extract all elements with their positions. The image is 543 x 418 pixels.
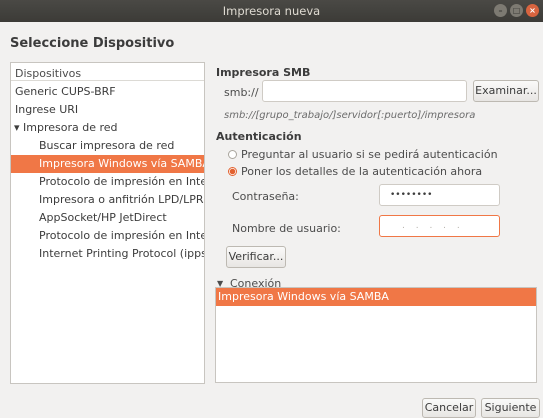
auth-now-radio[interactable] — [228, 167, 237, 176]
device-item-generic-cups-brf[interactable]: Generic CUPS-BRF — [11, 83, 204, 101]
auth-prompt-radio[interactable] — [228, 150, 237, 159]
smb-prefix-label: smb:// — [224, 86, 259, 99]
connection-list[interactable]: Impresora Windows vía SAMBA — [215, 287, 537, 383]
auth-prompt-label[interactable]: Preguntar al usuario si se pedirá autent… — [241, 148, 498, 161]
minimize-icon[interactable]: – — [494, 4, 507, 17]
window-title: Impresora nueva — [222, 4, 321, 18]
device-item-windows-samba[interactable]: Impresora Windows vía SAMBA — [11, 155, 204, 173]
device-group-network-printer[interactable]: ▾ Impresora de red — [11, 119, 204, 137]
cancel-button[interactable]: Cancelar — [422, 398, 476, 418]
window-controls: – □ × — [494, 4, 539, 17]
next-button[interactable]: Siguiente — [481, 398, 540, 418]
browse-button[interactable]: Examinar... — [473, 80, 539, 102]
smb-uri-hint: smb://[grupo_trabajo/]servidor[:puerto]/… — [224, 110, 476, 121]
password-label: Contraseña: — [232, 190, 299, 203]
smb-uri-input[interactable] — [262, 80, 467, 102]
page-title: Seleccione Dispositivo — [10, 36, 175, 51]
verify-button[interactable]: Verificar... — [226, 246, 286, 268]
device-item-appsocket[interactable]: AppSocket/HP JetDirect — [11, 209, 204, 227]
device-item-ipps[interactable]: Internet Printing Protocol (ipps) — [11, 245, 204, 263]
device-item-find-network-printer[interactable]: Buscar impresora de red — [11, 137, 204, 155]
device-item-ipp-1[interactable]: Protocolo de impresión en Interr — [11, 173, 204, 191]
smb-section-title: Impresora SMB — [216, 66, 311, 79]
device-item-ingrese-uri[interactable]: Ingrese URI — [11, 101, 204, 119]
maximize-icon[interactable]: □ — [510, 4, 523, 17]
title-bar[interactable]: Impresora nueva – □ × — [0, 0, 543, 22]
username-field[interactable]: . . . . . — [379, 215, 500, 237]
auth-section-title: Autenticación — [216, 130, 302, 143]
password-value: •••••••• — [390, 190, 433, 200]
device-list-header: Dispositivos — [11, 63, 204, 81]
close-icon[interactable]: × — [526, 4, 539, 17]
auth-now-label[interactable]: Poner los detalles de la autenticación a… — [241, 165, 482, 178]
password-field[interactable]: •••••••• — [379, 184, 500, 206]
device-item-lpd-lpr[interactable]: Impresora o anfitrión LPD/LPR — [11, 191, 204, 209]
username-value: . . . . . — [402, 221, 464, 231]
username-label: Nombre de usuario: — [232, 222, 341, 235]
connection-item[interactable]: Impresora Windows vía SAMBA — [216, 288, 536, 306]
device-item-ipp-2[interactable]: Protocolo de impresión en Interr — [11, 227, 204, 245]
device-list[interactable]: Dispositivos Generic CUPS-BRF Ingrese UR… — [10, 62, 205, 384]
